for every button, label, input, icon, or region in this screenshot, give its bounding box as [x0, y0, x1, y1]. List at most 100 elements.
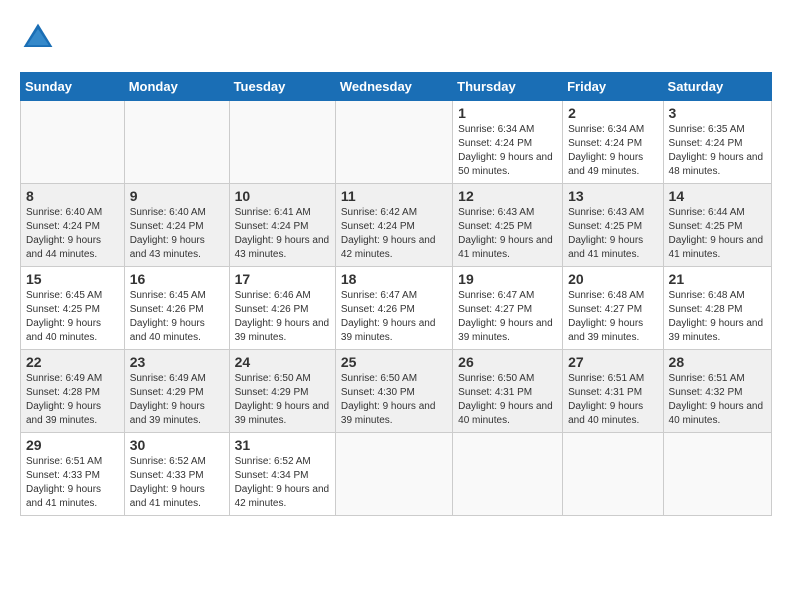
day-number: 31	[235, 437, 330, 453]
day-info: Sunrise: 6:52 AM Sunset: 4:33 PM Dayligh…	[130, 455, 224, 511]
calendar-cell	[335, 433, 452, 516]
calendar-cell: 27 Sunrise: 6:51 AM Sunset: 4:31 PM Dayl…	[563, 350, 663, 433]
week-row-5: 29 Sunrise: 6:51 AM Sunset: 4:33 PM Dayl…	[21, 433, 772, 516]
calendar-cell: 26 Sunrise: 6:50 AM Sunset: 4:31 PM Dayl…	[453, 350, 563, 433]
logo-icon	[20, 20, 56, 56]
calendar-cell: 1 Sunrise: 6:34 AM Sunset: 4:24 PM Dayli…	[453, 101, 563, 184]
day-info: Sunrise: 6:49 AM Sunset: 4:28 PM Dayligh…	[26, 372, 119, 428]
day-number: 29	[26, 437, 119, 453]
day-info: Sunrise: 6:47 AM Sunset: 4:27 PM Dayligh…	[458, 289, 557, 345]
day-info: Sunrise: 6:50 AM Sunset: 4:30 PM Dayligh…	[341, 372, 447, 428]
day-info: Sunrise: 6:34 AM Sunset: 4:24 PM Dayligh…	[458, 123, 557, 179]
col-header-wednesday: Wednesday	[335, 73, 452, 101]
day-number: 25	[341, 354, 447, 370]
day-number: 9	[130, 188, 224, 204]
calendar-cell: 3 Sunrise: 6:35 AM Sunset: 4:24 PM Dayli…	[663, 101, 771, 184]
day-number: 17	[235, 271, 330, 287]
day-info: Sunrise: 6:49 AM Sunset: 4:29 PM Dayligh…	[130, 372, 224, 428]
day-number: 19	[458, 271, 557, 287]
col-header-friday: Friday	[563, 73, 663, 101]
day-info: Sunrise: 6:47 AM Sunset: 4:26 PM Dayligh…	[341, 289, 447, 345]
day-number: 21	[669, 271, 766, 287]
calendar-cell: 16 Sunrise: 6:45 AM Sunset: 4:26 PM Dayl…	[124, 267, 229, 350]
day-number: 3	[669, 105, 766, 121]
day-info: Sunrise: 6:46 AM Sunset: 4:26 PM Dayligh…	[235, 289, 330, 345]
day-number: 16	[130, 271, 224, 287]
calendar-table: SundayMondayTuesdayWednesdayThursdayFrid…	[20, 72, 772, 516]
day-number: 24	[235, 354, 330, 370]
day-number: 12	[458, 188, 557, 204]
day-number: 26	[458, 354, 557, 370]
day-info: Sunrise: 6:44 AM Sunset: 4:25 PM Dayligh…	[669, 206, 766, 262]
day-number: 18	[341, 271, 447, 287]
day-number: 13	[568, 188, 657, 204]
calendar-cell: 30 Sunrise: 6:52 AM Sunset: 4:33 PM Dayl…	[124, 433, 229, 516]
day-info: Sunrise: 6:43 AM Sunset: 4:25 PM Dayligh…	[568, 206, 657, 262]
calendar-cell: 9 Sunrise: 6:40 AM Sunset: 4:24 PM Dayli…	[124, 184, 229, 267]
calendar-cell: 10 Sunrise: 6:41 AM Sunset: 4:24 PM Dayl…	[229, 184, 335, 267]
day-info: Sunrise: 6:50 AM Sunset: 4:31 PM Dayligh…	[458, 372, 557, 428]
calendar-cell: 28 Sunrise: 6:51 AM Sunset: 4:32 PM Dayl…	[663, 350, 771, 433]
calendar-cell: 17 Sunrise: 6:46 AM Sunset: 4:26 PM Dayl…	[229, 267, 335, 350]
calendar-cell: 31 Sunrise: 6:52 AM Sunset: 4:34 PM Dayl…	[229, 433, 335, 516]
day-number: 1	[458, 105, 557, 121]
calendar-cell: 15 Sunrise: 6:45 AM Sunset: 4:25 PM Dayl…	[21, 267, 125, 350]
calendar-cell	[229, 101, 335, 184]
day-info: Sunrise: 6:51 AM Sunset: 4:33 PM Dayligh…	[26, 455, 119, 511]
col-header-sunday: Sunday	[21, 73, 125, 101]
week-row-1: 1 Sunrise: 6:34 AM Sunset: 4:24 PM Dayli…	[21, 101, 772, 184]
day-number: 20	[568, 271, 657, 287]
day-number: 28	[669, 354, 766, 370]
col-header-tuesday: Tuesday	[229, 73, 335, 101]
week-row-3: 15 Sunrise: 6:45 AM Sunset: 4:25 PM Dayl…	[21, 267, 772, 350]
calendar-cell	[453, 433, 563, 516]
day-number: 2	[568, 105, 657, 121]
day-number: 23	[130, 354, 224, 370]
calendar-cell: 21 Sunrise: 6:48 AM Sunset: 4:28 PM Dayl…	[663, 267, 771, 350]
col-header-thursday: Thursday	[453, 73, 563, 101]
calendar-cell: 20 Sunrise: 6:48 AM Sunset: 4:27 PM Dayl…	[563, 267, 663, 350]
day-number: 11	[341, 188, 447, 204]
day-info: Sunrise: 6:41 AM Sunset: 4:24 PM Dayligh…	[235, 206, 330, 262]
col-header-saturday: Saturday	[663, 73, 771, 101]
day-number: 8	[26, 188, 119, 204]
day-info: Sunrise: 6:40 AM Sunset: 4:24 PM Dayligh…	[26, 206, 119, 262]
day-info: Sunrise: 6:51 AM Sunset: 4:32 PM Dayligh…	[669, 372, 766, 428]
calendar-cell	[335, 101, 452, 184]
day-info: Sunrise: 6:51 AM Sunset: 4:31 PM Dayligh…	[568, 372, 657, 428]
col-header-monday: Monday	[124, 73, 229, 101]
day-info: Sunrise: 6:40 AM Sunset: 4:24 PM Dayligh…	[130, 206, 224, 262]
calendar-cell: 29 Sunrise: 6:51 AM Sunset: 4:33 PM Dayl…	[21, 433, 125, 516]
day-info: Sunrise: 6:52 AM Sunset: 4:34 PM Dayligh…	[235, 455, 330, 511]
day-number: 14	[669, 188, 766, 204]
calendar-cell: 23 Sunrise: 6:49 AM Sunset: 4:29 PM Dayl…	[124, 350, 229, 433]
day-info: Sunrise: 6:45 AM Sunset: 4:26 PM Dayligh…	[130, 289, 224, 345]
day-number: 30	[130, 437, 224, 453]
page-header	[20, 20, 772, 56]
calendar-cell	[124, 101, 229, 184]
day-info: Sunrise: 6:43 AM Sunset: 4:25 PM Dayligh…	[458, 206, 557, 262]
day-number: 22	[26, 354, 119, 370]
day-info: Sunrise: 6:45 AM Sunset: 4:25 PM Dayligh…	[26, 289, 119, 345]
calendar-cell	[21, 101, 125, 184]
calendar-cell	[663, 433, 771, 516]
calendar-cell: 25 Sunrise: 6:50 AM Sunset: 4:30 PM Dayl…	[335, 350, 452, 433]
calendar-cell: 8 Sunrise: 6:40 AM Sunset: 4:24 PM Dayli…	[21, 184, 125, 267]
calendar-cell: 24 Sunrise: 6:50 AM Sunset: 4:29 PM Dayl…	[229, 350, 335, 433]
week-row-4: 22 Sunrise: 6:49 AM Sunset: 4:28 PM Dayl…	[21, 350, 772, 433]
calendar-cell: 12 Sunrise: 6:43 AM Sunset: 4:25 PM Dayl…	[453, 184, 563, 267]
day-info: Sunrise: 6:48 AM Sunset: 4:27 PM Dayligh…	[568, 289, 657, 345]
calendar-cell: 13 Sunrise: 6:43 AM Sunset: 4:25 PM Dayl…	[563, 184, 663, 267]
calendar-cell: 18 Sunrise: 6:47 AM Sunset: 4:26 PM Dayl…	[335, 267, 452, 350]
calendar-cell: 14 Sunrise: 6:44 AM Sunset: 4:25 PM Dayl…	[663, 184, 771, 267]
calendar-cell: 19 Sunrise: 6:47 AM Sunset: 4:27 PM Dayl…	[453, 267, 563, 350]
day-info: Sunrise: 6:48 AM Sunset: 4:28 PM Dayligh…	[669, 289, 766, 345]
day-info: Sunrise: 6:50 AM Sunset: 4:29 PM Dayligh…	[235, 372, 330, 428]
day-info: Sunrise: 6:34 AM Sunset: 4:24 PM Dayligh…	[568, 123, 657, 179]
day-number: 27	[568, 354, 657, 370]
day-info: Sunrise: 6:42 AM Sunset: 4:24 PM Dayligh…	[341, 206, 447, 262]
calendar-cell: 22 Sunrise: 6:49 AM Sunset: 4:28 PM Dayl…	[21, 350, 125, 433]
calendar-cell: 2 Sunrise: 6:34 AM Sunset: 4:24 PM Dayli…	[563, 101, 663, 184]
day-number: 15	[26, 271, 119, 287]
week-row-2: 8 Sunrise: 6:40 AM Sunset: 4:24 PM Dayli…	[21, 184, 772, 267]
